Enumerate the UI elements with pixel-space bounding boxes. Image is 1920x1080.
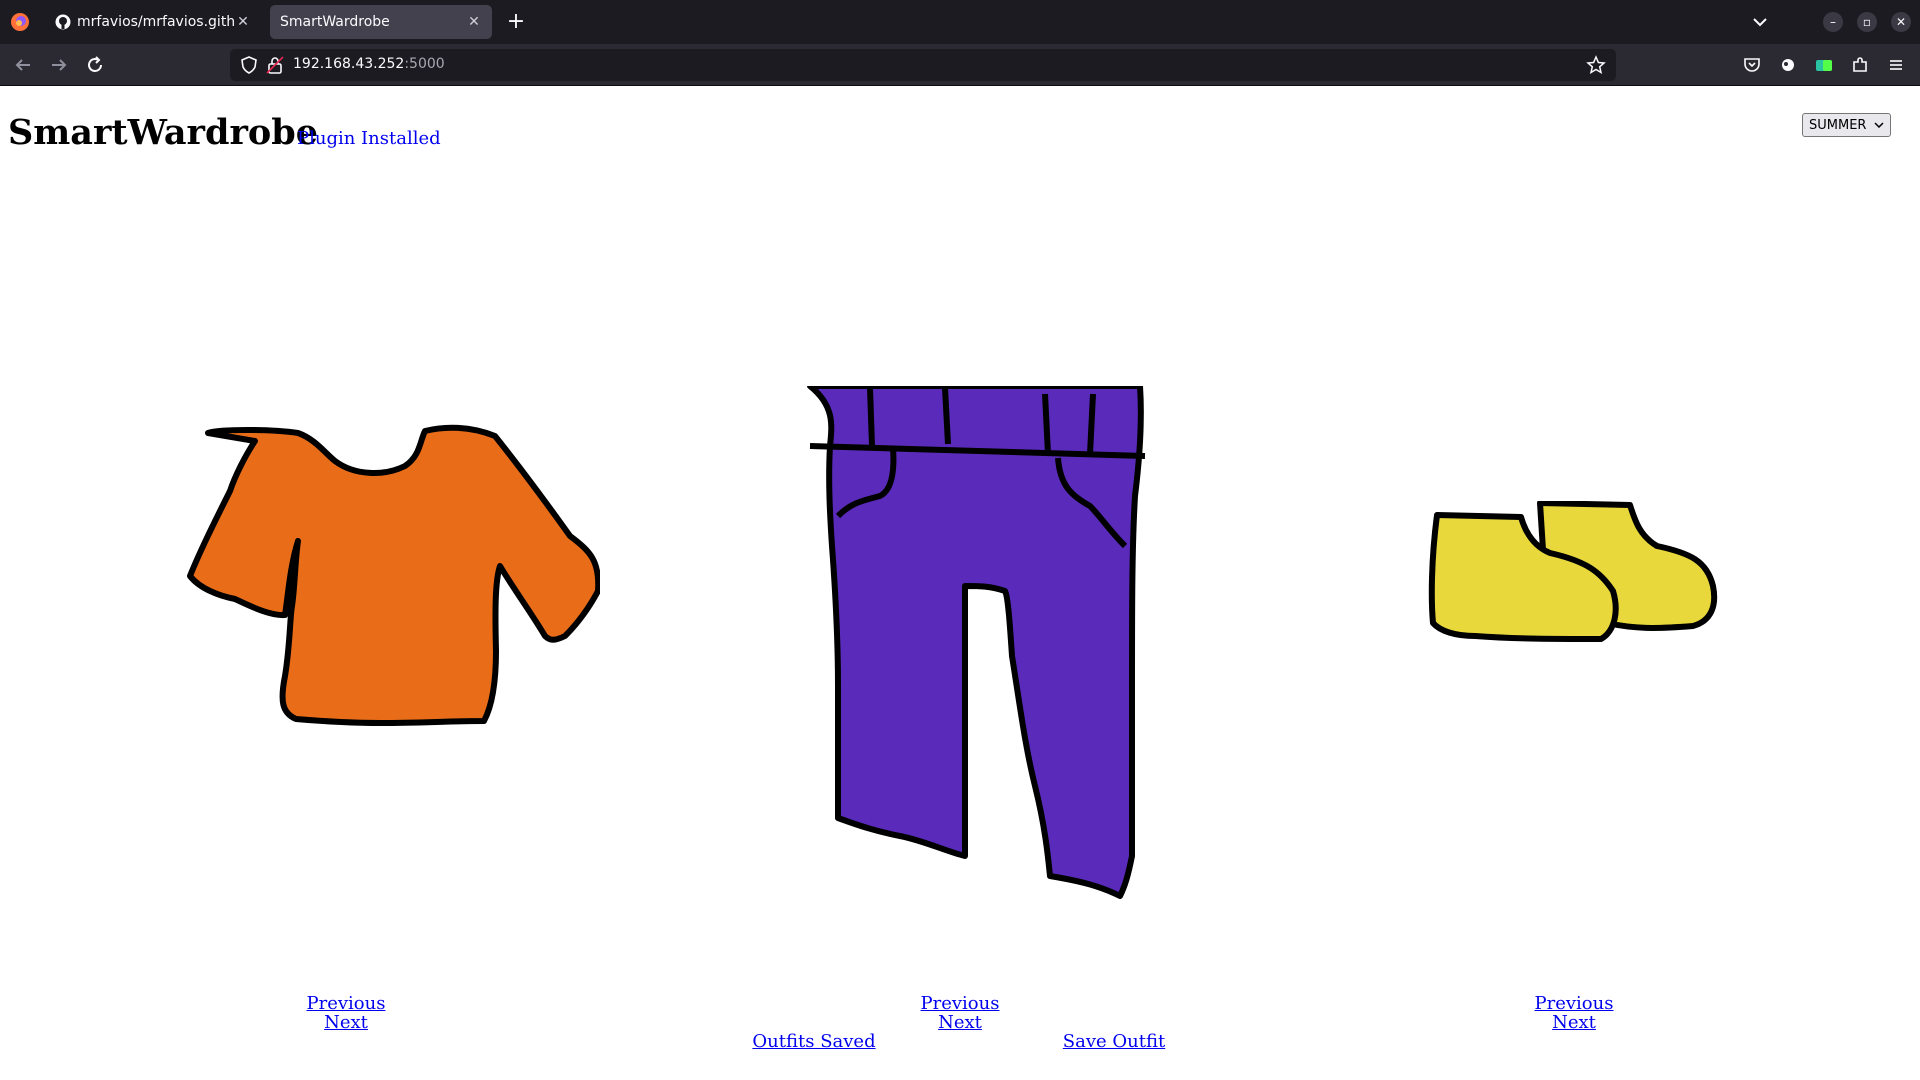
lock-icon[interactable] — [264, 54, 286, 76]
tab-label: mrfavios/mrfavios.githu — [77, 14, 235, 30]
puzzle-icon[interactable] — [1849, 54, 1871, 76]
pants-image — [807, 386, 1146, 899]
shoes-next-link[interactable]: Next — [1552, 1012, 1596, 1033]
star-icon[interactable] — [1585, 54, 1607, 76]
url-port: :5000 — [404, 56, 445, 72]
shield-icon[interactable] — [238, 54, 260, 76]
menu-icon[interactable] — [1885, 54, 1907, 76]
extension-green-icon[interactable] — [1813, 54, 1835, 76]
nav-bar: 192.168.43.252:5000 — [0, 44, 1920, 86]
pants-shape — [807, 386, 1144, 899]
firefox-icon[interactable] — [10, 12, 30, 32]
bottom-next-link[interactable]: Next — [938, 1012, 982, 1033]
shoes-previous-link[interactable]: Previous — [1535, 993, 1614, 1014]
close-window-button[interactable]: ✕ — [1891, 12, 1911, 32]
chevron-down-icon[interactable] — [1748, 10, 1772, 34]
page-title: SmartWardrobe — [8, 112, 318, 153]
reload-icon[interactable] — [82, 52, 108, 78]
bottom-previous-link[interactable]: Previous — [921, 993, 1000, 1014]
minimize-button[interactable]: – — [1823, 12, 1843, 32]
forward-icon[interactable] — [46, 52, 72, 78]
url-text: 192.168.43.252:5000 — [293, 56, 445, 72]
restore-button[interactable]: ▫ — [1857, 12, 1877, 32]
season-select[interactable]: SUMMER — [1802, 113, 1891, 137]
back-icon[interactable] — [10, 52, 36, 78]
shirt-image — [187, 424, 600, 726]
shoes-image — [1428, 501, 1718, 642]
extension-ghost-icon[interactable] — [1777, 54, 1799, 76]
tab-bar: mrfavios/mrfavios.githu ✕ SmartWardrobe … — [0, 0, 1920, 44]
new-tab-button[interactable]: + — [503, 9, 529, 35]
pocket-icon[interactable] — [1741, 54, 1763, 76]
season-select-value: SUMMER — [1809, 117, 1867, 133]
outfits-saved-link[interactable]: Outfits Saved — [752, 1031, 875, 1052]
shirt-shape — [187, 424, 600, 726]
url-host: 192.168.43.252 — [293, 56, 405, 72]
chevron-down-icon — [1874, 122, 1884, 129]
close-tab-icon[interactable]: ✕ — [235, 14, 251, 30]
github-icon — [55, 14, 71, 30]
top-next-link[interactable]: Next — [324, 1012, 368, 1033]
tab-smartwardrobe[interactable]: SmartWardrobe ✕ — [270, 5, 492, 39]
url-bar[interactable]: 192.168.43.252:5000 — [230, 49, 1616, 81]
top-previous-link[interactable]: Previous — [307, 993, 386, 1014]
close-tab-icon[interactable]: ✕ — [466, 14, 482, 30]
page: SmartWardrobe Plugin Installed SUMMER Pr… — [0, 86, 1920, 1080]
tab-github[interactable]: mrfavios/mrfavios.githu ✕ — [45, 5, 261, 39]
save-outfit-link[interactable]: Save Outfit — [1063, 1031, 1165, 1052]
plugin-status-link[interactable]: Plugin Installed — [297, 128, 441, 149]
tab-label: SmartWardrobe — [280, 14, 390, 30]
